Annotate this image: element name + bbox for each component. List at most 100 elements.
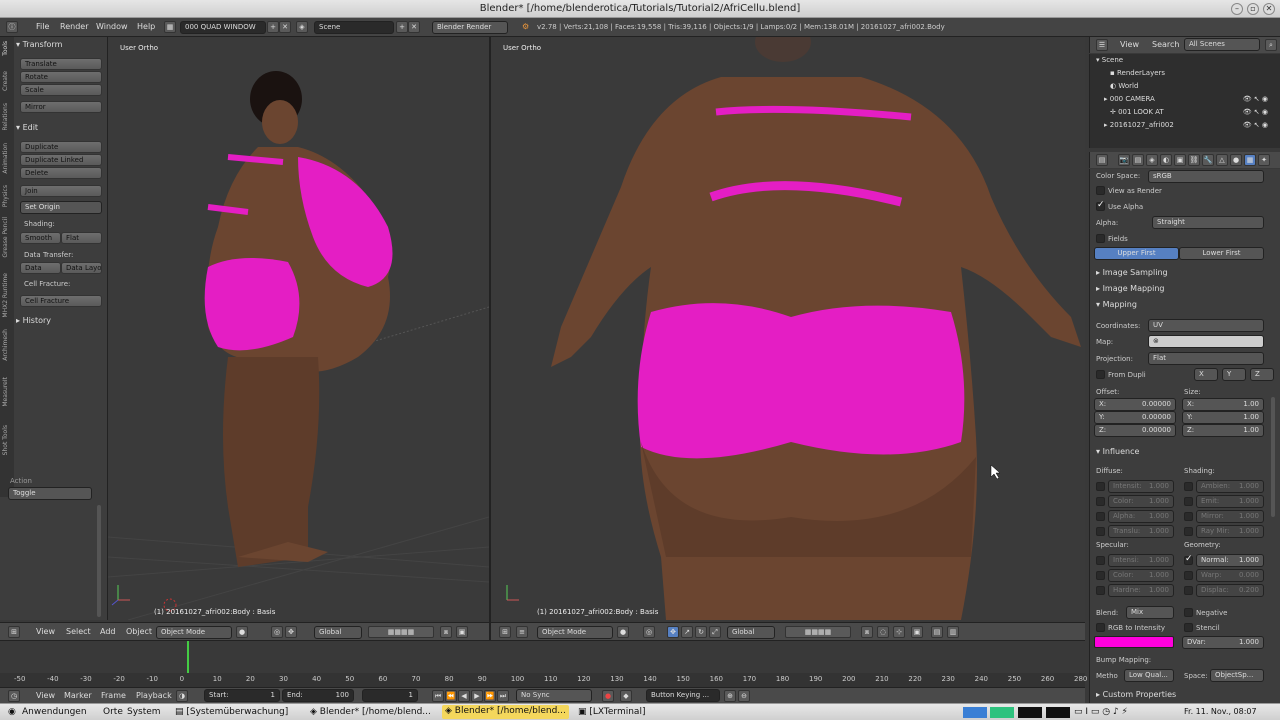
influence-checkbox[interactable] [1184,497,1193,506]
workspace-4[interactable] [1046,707,1070,718]
axis-z-selector[interactable]: Z [1250,368,1274,381]
influence-field[interactable]: Displac: 0.200 [1196,584,1264,597]
influence-checkbox[interactable] [1184,586,1193,595]
editor-type-icon-left[interactable]: ⊞ [8,626,20,638]
current-frame-marker[interactable] [187,641,189,673]
menu-help[interactable]: Help [137,22,155,31]
influence-checkbox[interactable] [1096,556,1105,565]
influence-field[interactable]: Translu: 1.000 [1108,525,1174,538]
rotate-button[interactable]: Rotate [20,71,102,83]
blend-selector[interactable]: Mix [1126,606,1174,619]
view-as-render-checkbox[interactable] [1096,186,1105,195]
menu-view-outliner[interactable]: View [1120,40,1139,49]
jump-start-icon[interactable]: ⏮ [432,690,444,702]
influence-field[interactable]: Mirror: 1.000 [1196,510,1264,523]
layers-grid-left[interactable]: ▦▦▦▦ [368,626,434,638]
minimize-icon[interactable]: – [1231,3,1243,15]
alpha-mode-selector[interactable]: Straight [1152,216,1264,229]
influence-field[interactable]: Color: 1.000 [1108,495,1174,508]
influence-field[interactable]: Intensi: 1.000 [1108,554,1174,567]
menu-select-left[interactable]: Select [66,627,91,636]
influence-checkbox[interactable] [1184,482,1193,491]
size-x-field[interactable]: X: 1.00 [1182,398,1264,411]
snap-icon-right[interactable]: ⧈ [861,626,873,638]
delete-key-icon[interactable]: ⊖ [738,690,750,702]
custom-properties-panel[interactable]: ▸ Custom Properties [1096,690,1176,699]
jump-end-icon[interactable]: ⏭ [497,690,509,702]
offset-x-field[interactable]: X: 0.00000 [1094,398,1176,411]
duplicate-linked-button[interactable]: Duplicate Linked [20,154,102,166]
system-menu[interactable]: System [127,707,161,717]
influence-field[interactable]: Hardne: 1.000 [1108,584,1174,597]
toggle-dropdown[interactable]: Toggle [8,487,92,500]
tab-create[interactable]: Create [2,71,12,91]
outliner-item-scene[interactable]: ▾ Scene [1090,54,1276,67]
task-blender-1[interactable]: ◈ Blender* [/home/blend... [310,707,431,717]
influence-field[interactable]: Normal: 1.000 [1196,554,1264,567]
sync-selector[interactable]: No Sync [516,689,592,702]
tool-shelf-scrollbar[interactable] [97,505,101,617]
scene-selector[interactable]: Scene [314,21,394,34]
mode-selector-left[interactable]: Object Mode [156,626,232,639]
manipulator-icon-right[interactable]: ✥ [667,626,679,638]
render-preview-icon-right[interactable]: ▣ [911,626,923,638]
scale-button[interactable]: Scale [20,84,102,96]
menu-collapse-icon-right[interactable]: ≡ [516,626,528,638]
editor-type-icon[interactable]: ⓘ [6,21,18,33]
color-space-selector[interactable]: sRGB [1148,170,1264,183]
stencil-checkbox[interactable] [1184,623,1193,632]
menu-marker[interactable]: Marker [64,691,92,700]
influence-field[interactable]: Ambien: 1.000 [1196,480,1264,493]
influence-checkbox[interactable] [1184,571,1193,580]
layout-icon[interactable]: ▦ [164,21,176,33]
tab-tools[interactable]: Tools [2,41,12,56]
smooth-button[interactable]: Smooth [20,232,61,244]
start-frame-field[interactable]: Start: 1 [204,689,280,702]
snap-target-icon-right[interactable]: ⊹ [893,626,905,638]
play-reverse-icon[interactable]: ◀ [458,690,470,702]
preview-range-icon[interactable]: ◑ [176,690,188,702]
data-button[interactable]: Data [20,262,61,274]
render-tab-icon[interactable]: 📷 [1118,154,1130,166]
tab-physics[interactable]: Physics [2,185,12,207]
pivot-icon-right[interactable]: ◎ [643,626,655,638]
keying-set-selector[interactable]: Button Keying ... [646,689,720,702]
maximize-icon[interactable]: ▫ [1247,3,1259,15]
record-icon[interactable]: ● [602,690,614,702]
tab-relations[interactable]: Relations [2,103,12,131]
influence-checkbox[interactable] [1184,554,1193,565]
editor-type-icon-right[interactable]: ⊞ [499,626,511,638]
flat-button[interactable]: Flat [61,232,102,244]
tab-animation[interactable]: Animation [2,143,12,174]
size-z-field[interactable]: Z: 1.00 [1182,424,1264,437]
menu-playback[interactable]: Playback [136,691,172,700]
task-system-monitor[interactable]: ▤ [Systemüberwachung] [175,707,288,717]
tab-grease-pencil[interactable]: Grease Pencil [2,217,12,258]
timeline[interactable]: -50 -40 -30 -20 -10 0 10 20 30 40 50 60 70 80 90 100 110… [0,640,1087,687]
influence-field[interactable]: Intensit: 1.000 [1108,480,1174,493]
pivot-icon-left[interactable]: ◎ [271,626,283,638]
layers-grid-right[interactable]: ▦▦▦▦ [785,626,851,638]
menu-object-left[interactable]: Object [126,627,152,636]
timeline-editor-icon[interactable]: ◷ [8,690,20,702]
tab-mhx2-runtime[interactable]: MHX2 Runtime [2,273,12,318]
workspace-1[interactable] [963,707,987,718]
outliner-search-icon[interactable]: ⌕ [1265,39,1277,51]
tab-archimesh[interactable]: Archimesh [2,329,12,361]
menu-view-timeline[interactable]: View [36,691,55,700]
add-layout-icon[interactable]: + [267,21,279,33]
history-panel-header[interactable]: ▸ History [16,316,104,328]
influence-field[interactable]: Ray Mir: 1.000 [1196,525,1264,538]
menu-render[interactable]: Render [60,22,88,31]
world-tab-icon[interactable]: ◐ [1160,154,1172,166]
mirror-button[interactable]: Mirror [20,101,102,113]
influence-checkbox[interactable] [1184,512,1193,521]
layout-selector[interactable]: 000 QUAD WINDOW [180,21,266,34]
scene-tab-icon[interactable]: ◈ [1146,154,1158,166]
particles-tab-icon[interactable]: ✦ [1258,154,1270,166]
from-dupli-checkbox[interactable] [1096,370,1105,379]
influence-checkbox[interactable] [1184,527,1193,536]
render-icon-left[interactable]: ▣ [456,626,468,638]
image-mapping-panel[interactable]: ▸ Image Mapping [1096,284,1165,293]
lower-first-toggle[interactable]: Lower First [1179,247,1264,260]
